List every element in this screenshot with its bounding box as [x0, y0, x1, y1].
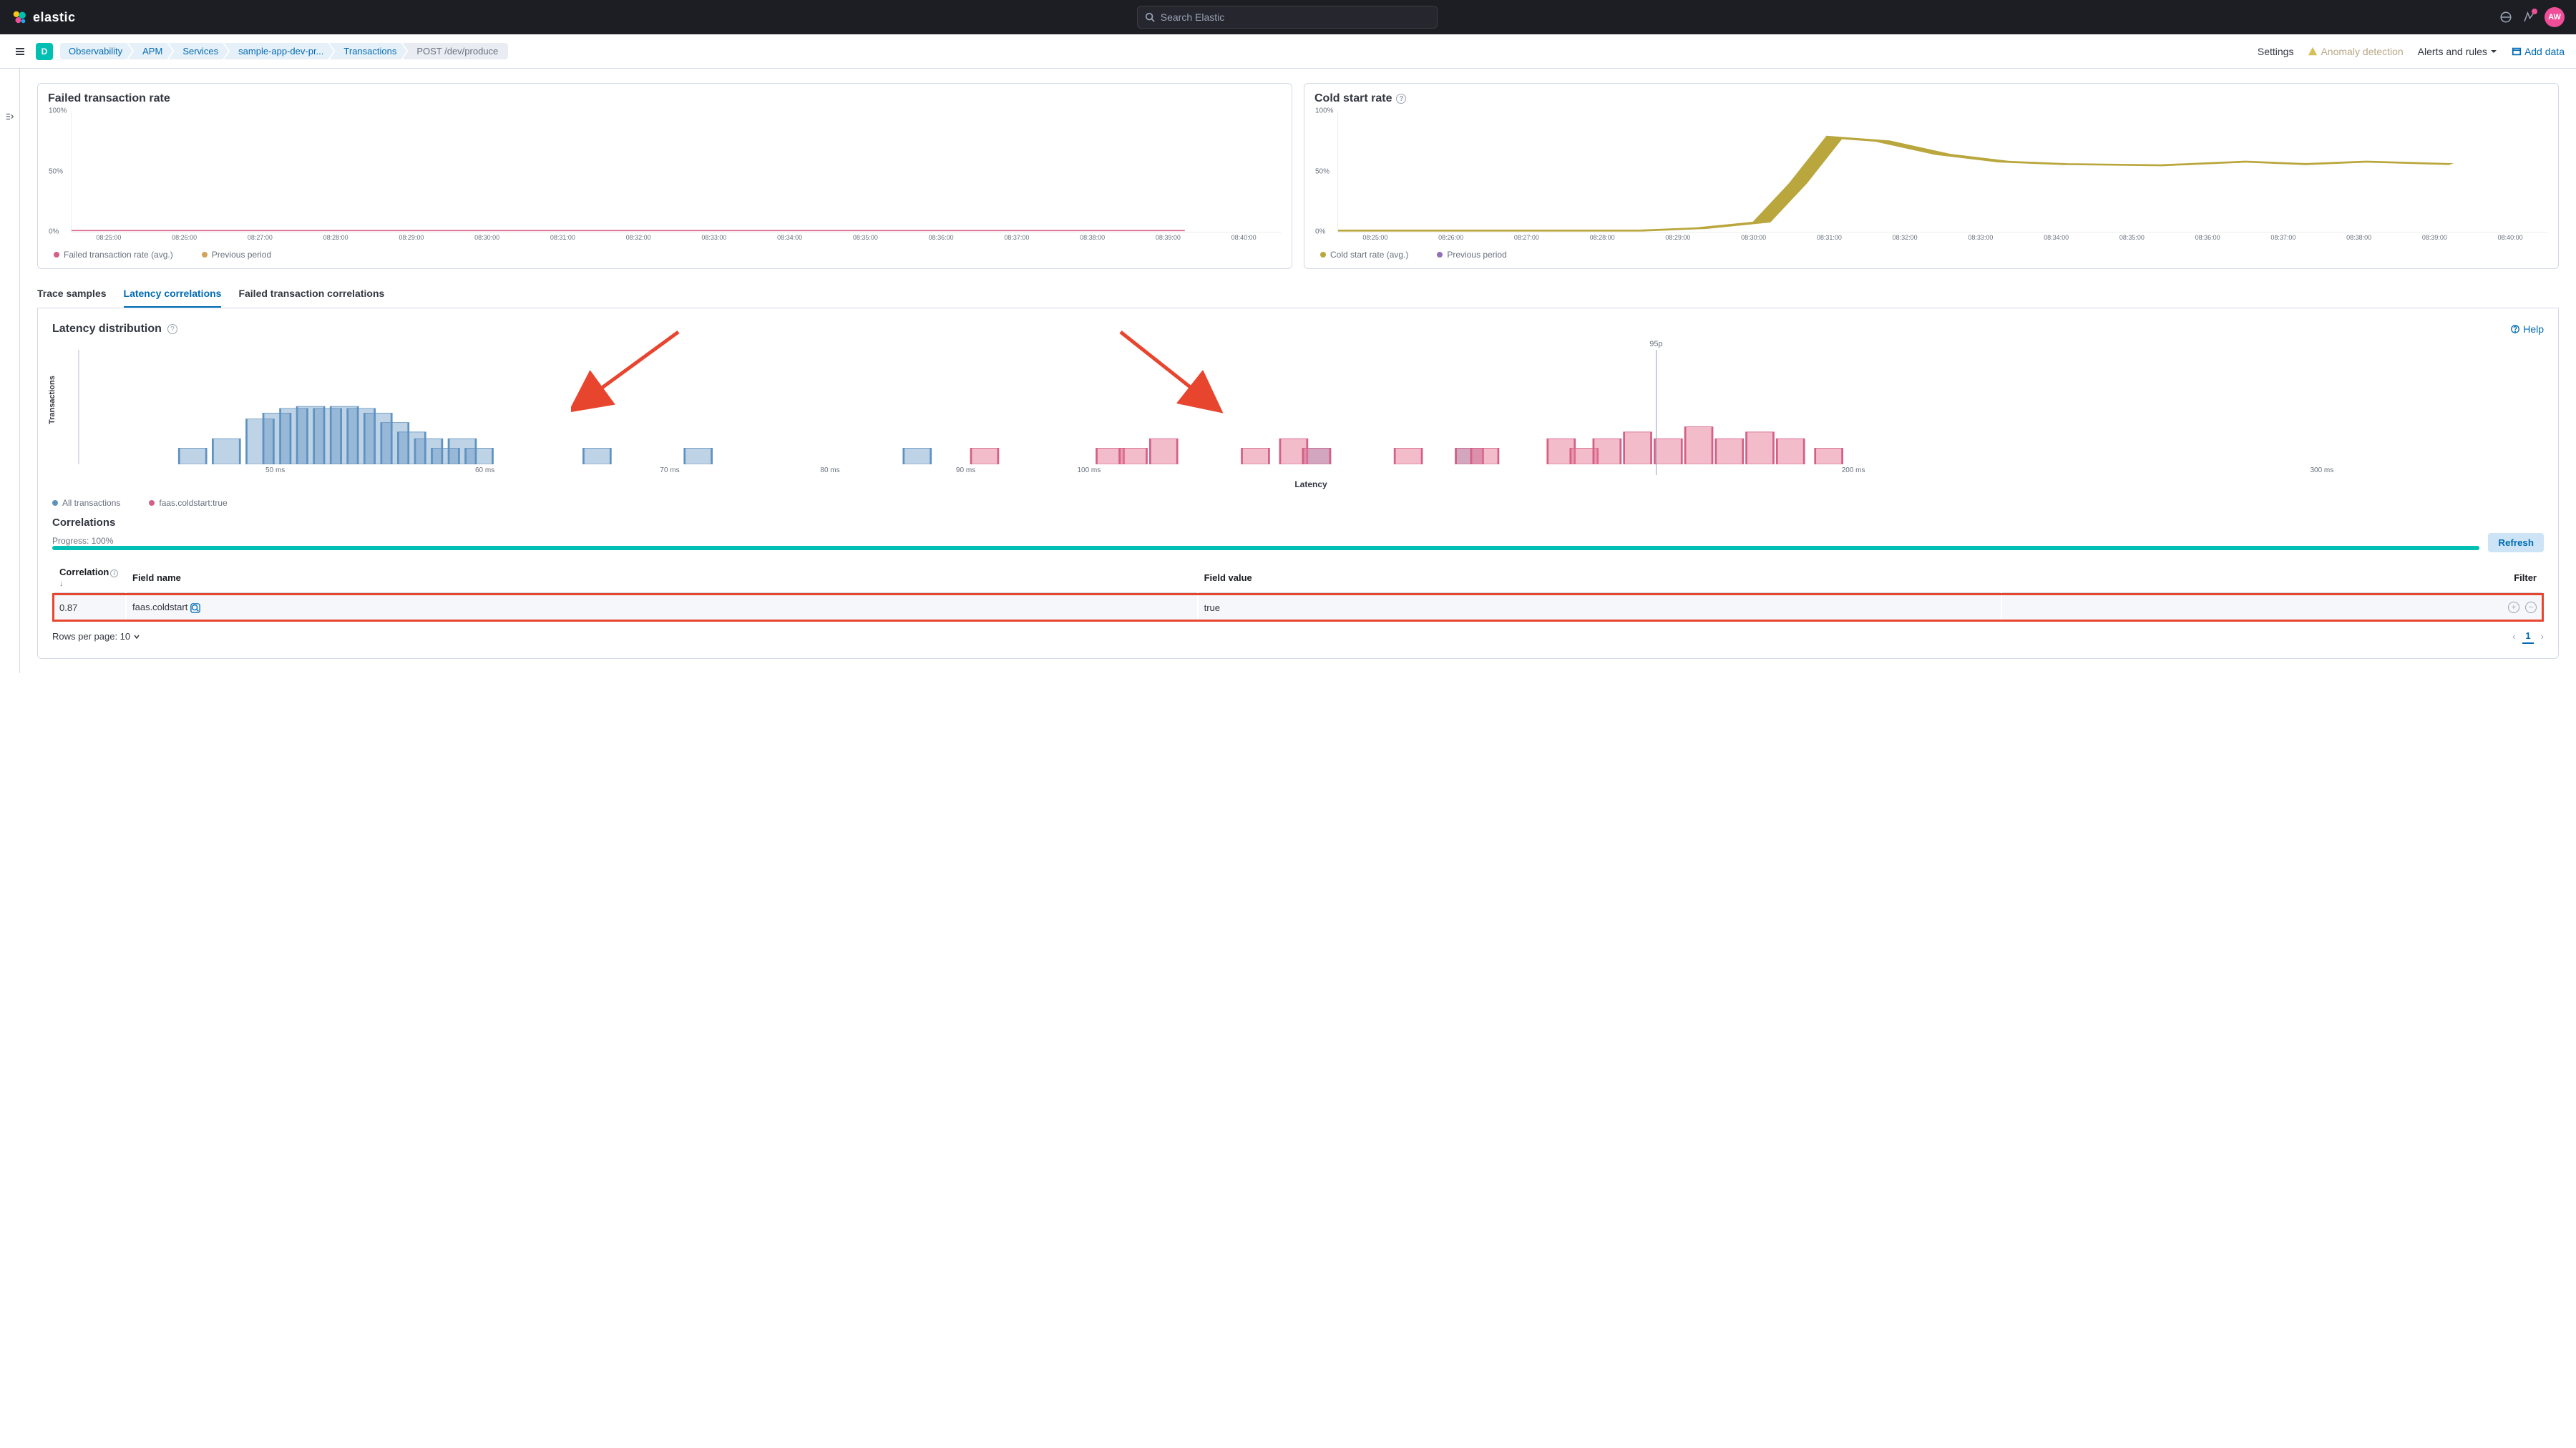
- tab-latency-correlations[interactable]: Latency correlations: [124, 280, 222, 308]
- info-icon[interactable]: ?: [1396, 94, 1406, 104]
- global-search-input[interactable]: Search Elastic: [1137, 6, 1438, 29]
- sidebar-collapse-toggle[interactable]: [0, 69, 20, 673]
- chevron-down-icon: [133, 633, 140, 640]
- settings-link[interactable]: Settings: [2258, 46, 2294, 57]
- help-link[interactable]: Help: [2510, 323, 2544, 335]
- legend-item[interactable]: Cold start rate (avg.): [1320, 250, 1408, 260]
- elastic-logo-icon: [11, 9, 27, 25]
- sort-desc-icon: ↓: [59, 579, 64, 588]
- correlations-heading: Correlations: [52, 517, 2544, 529]
- section-title: Latency distribution: [52, 323, 162, 336]
- failed-transaction-rate-panel: Failed transaction rate 100% 50% 0% 08:2…: [37, 83, 1292, 269]
- tab-failed-correlations[interactable]: Failed transaction correlations: [238, 280, 384, 308]
- breadcrumb-item[interactable]: Observability: [60, 43, 132, 59]
- legend-item[interactable]: Previous period: [202, 250, 271, 260]
- user-avatar[interactable]: AW: [2545, 7, 2565, 27]
- breadcrumb: Observability APM Services sample-app-de…: [60, 43, 508, 59]
- inspect-icon[interactable]: [190, 603, 200, 613]
- info-icon[interactable]: ?: [167, 324, 177, 334]
- breadcrumb-item[interactable]: APM: [128, 43, 172, 59]
- legend-item[interactable]: All transactions: [52, 498, 120, 508]
- failed-rate-chart[interactable]: 100% 50% 0%: [71, 111, 1282, 233]
- setup-guide-icon[interactable]: [2522, 10, 2536, 24]
- anomaly-detection-link[interactable]: Anomaly detection: [2308, 46, 2403, 57]
- hamburger-icon: [14, 46, 26, 57]
- breadcrumb-item[interactable]: Transactions: [329, 43, 406, 59]
- brand-logo[interactable]: elastic: [11, 9, 76, 25]
- tab-trace-samples[interactable]: Trace samples: [37, 280, 107, 308]
- cold-start-rate-panel: Cold start rate ? 100% 50% 0% 08:25:0008…: [1304, 83, 2559, 269]
- col-field-name[interactable]: Field name: [127, 562, 1197, 593]
- expand-icon: [5, 112, 15, 122]
- search-icon: [1145, 12, 1155, 22]
- brand-name: elastic: [33, 10, 76, 25]
- breadcrumb-item-current: POST /dev/produce: [402, 43, 508, 59]
- global-header: elastic Search Elastic AW: [0, 0, 2576, 34]
- breadcrumb-item[interactable]: Services: [168, 43, 228, 59]
- pager-page[interactable]: 1: [2522, 629, 2533, 644]
- col-correlation[interactable]: Correlationi ↓: [54, 562, 125, 593]
- panel-title: Failed transaction rate: [48, 92, 1282, 105]
- rows-per-page-dropdown[interactable]: Rows per page: 10: [52, 631, 140, 642]
- app-subheader: D Observability APM Services sample-app-…: [0, 34, 2576, 69]
- progress-label: Progress: 100%: [52, 536, 2479, 546]
- latency-histogram[interactable]: Transactions 95p 100 10 1 50 ms60 ms70 m…: [78, 350, 2544, 489]
- col-filter: Filter: [2002, 562, 2542, 593]
- filter-in-icon[interactable]: +: [2508, 602, 2519, 613]
- space-badge[interactable]: D: [36, 43, 53, 60]
- help-icon: [2510, 324, 2520, 334]
- breadcrumb-item[interactable]: sample-app-dev-pr...: [224, 43, 333, 59]
- cold-start-chart[interactable]: 100% 50% 0%: [1337, 111, 2548, 233]
- alerts-rules-dropdown[interactable]: Alerts and rules: [2418, 46, 2497, 57]
- progress-bar: [52, 546, 2479, 550]
- panel-title: Cold start rate ?: [1314, 92, 2548, 105]
- pager-prev[interactable]: ‹: [2512, 631, 2515, 642]
- warning-icon: [2308, 47, 2318, 57]
- add-data-link[interactable]: Add data: [2512, 46, 2565, 57]
- filter-out-icon[interactable]: −: [2525, 602, 2537, 613]
- pager-next[interactable]: ›: [2541, 631, 2544, 642]
- latency-correlations-panel: Latency distribution ? Help Transactions…: [37, 308, 2559, 659]
- refresh-button[interactable]: Refresh: [2488, 533, 2544, 552]
- table-row[interactable]: 0.87 faas.coldstart true +−: [54, 595, 2542, 620]
- newsfeed-icon[interactable]: [2499, 10, 2513, 24]
- legend-item[interactable]: Previous period: [1437, 250, 1506, 260]
- legend-item[interactable]: Failed transaction rate (avg.): [54, 250, 173, 260]
- correlations-table: Correlationi ↓ Field name Field value Fi…: [52, 561, 2544, 622]
- nav-toggle-button[interactable]: [11, 43, 29, 60]
- correlation-tabs: Trace samples Latency correlations Faile…: [37, 280, 2559, 308]
- col-field-value[interactable]: Field value: [1199, 562, 2001, 593]
- legend-item[interactable]: faas.coldstart:true: [149, 498, 227, 508]
- chevron-down-icon: [2490, 48, 2497, 55]
- add-data-icon: [2512, 47, 2522, 57]
